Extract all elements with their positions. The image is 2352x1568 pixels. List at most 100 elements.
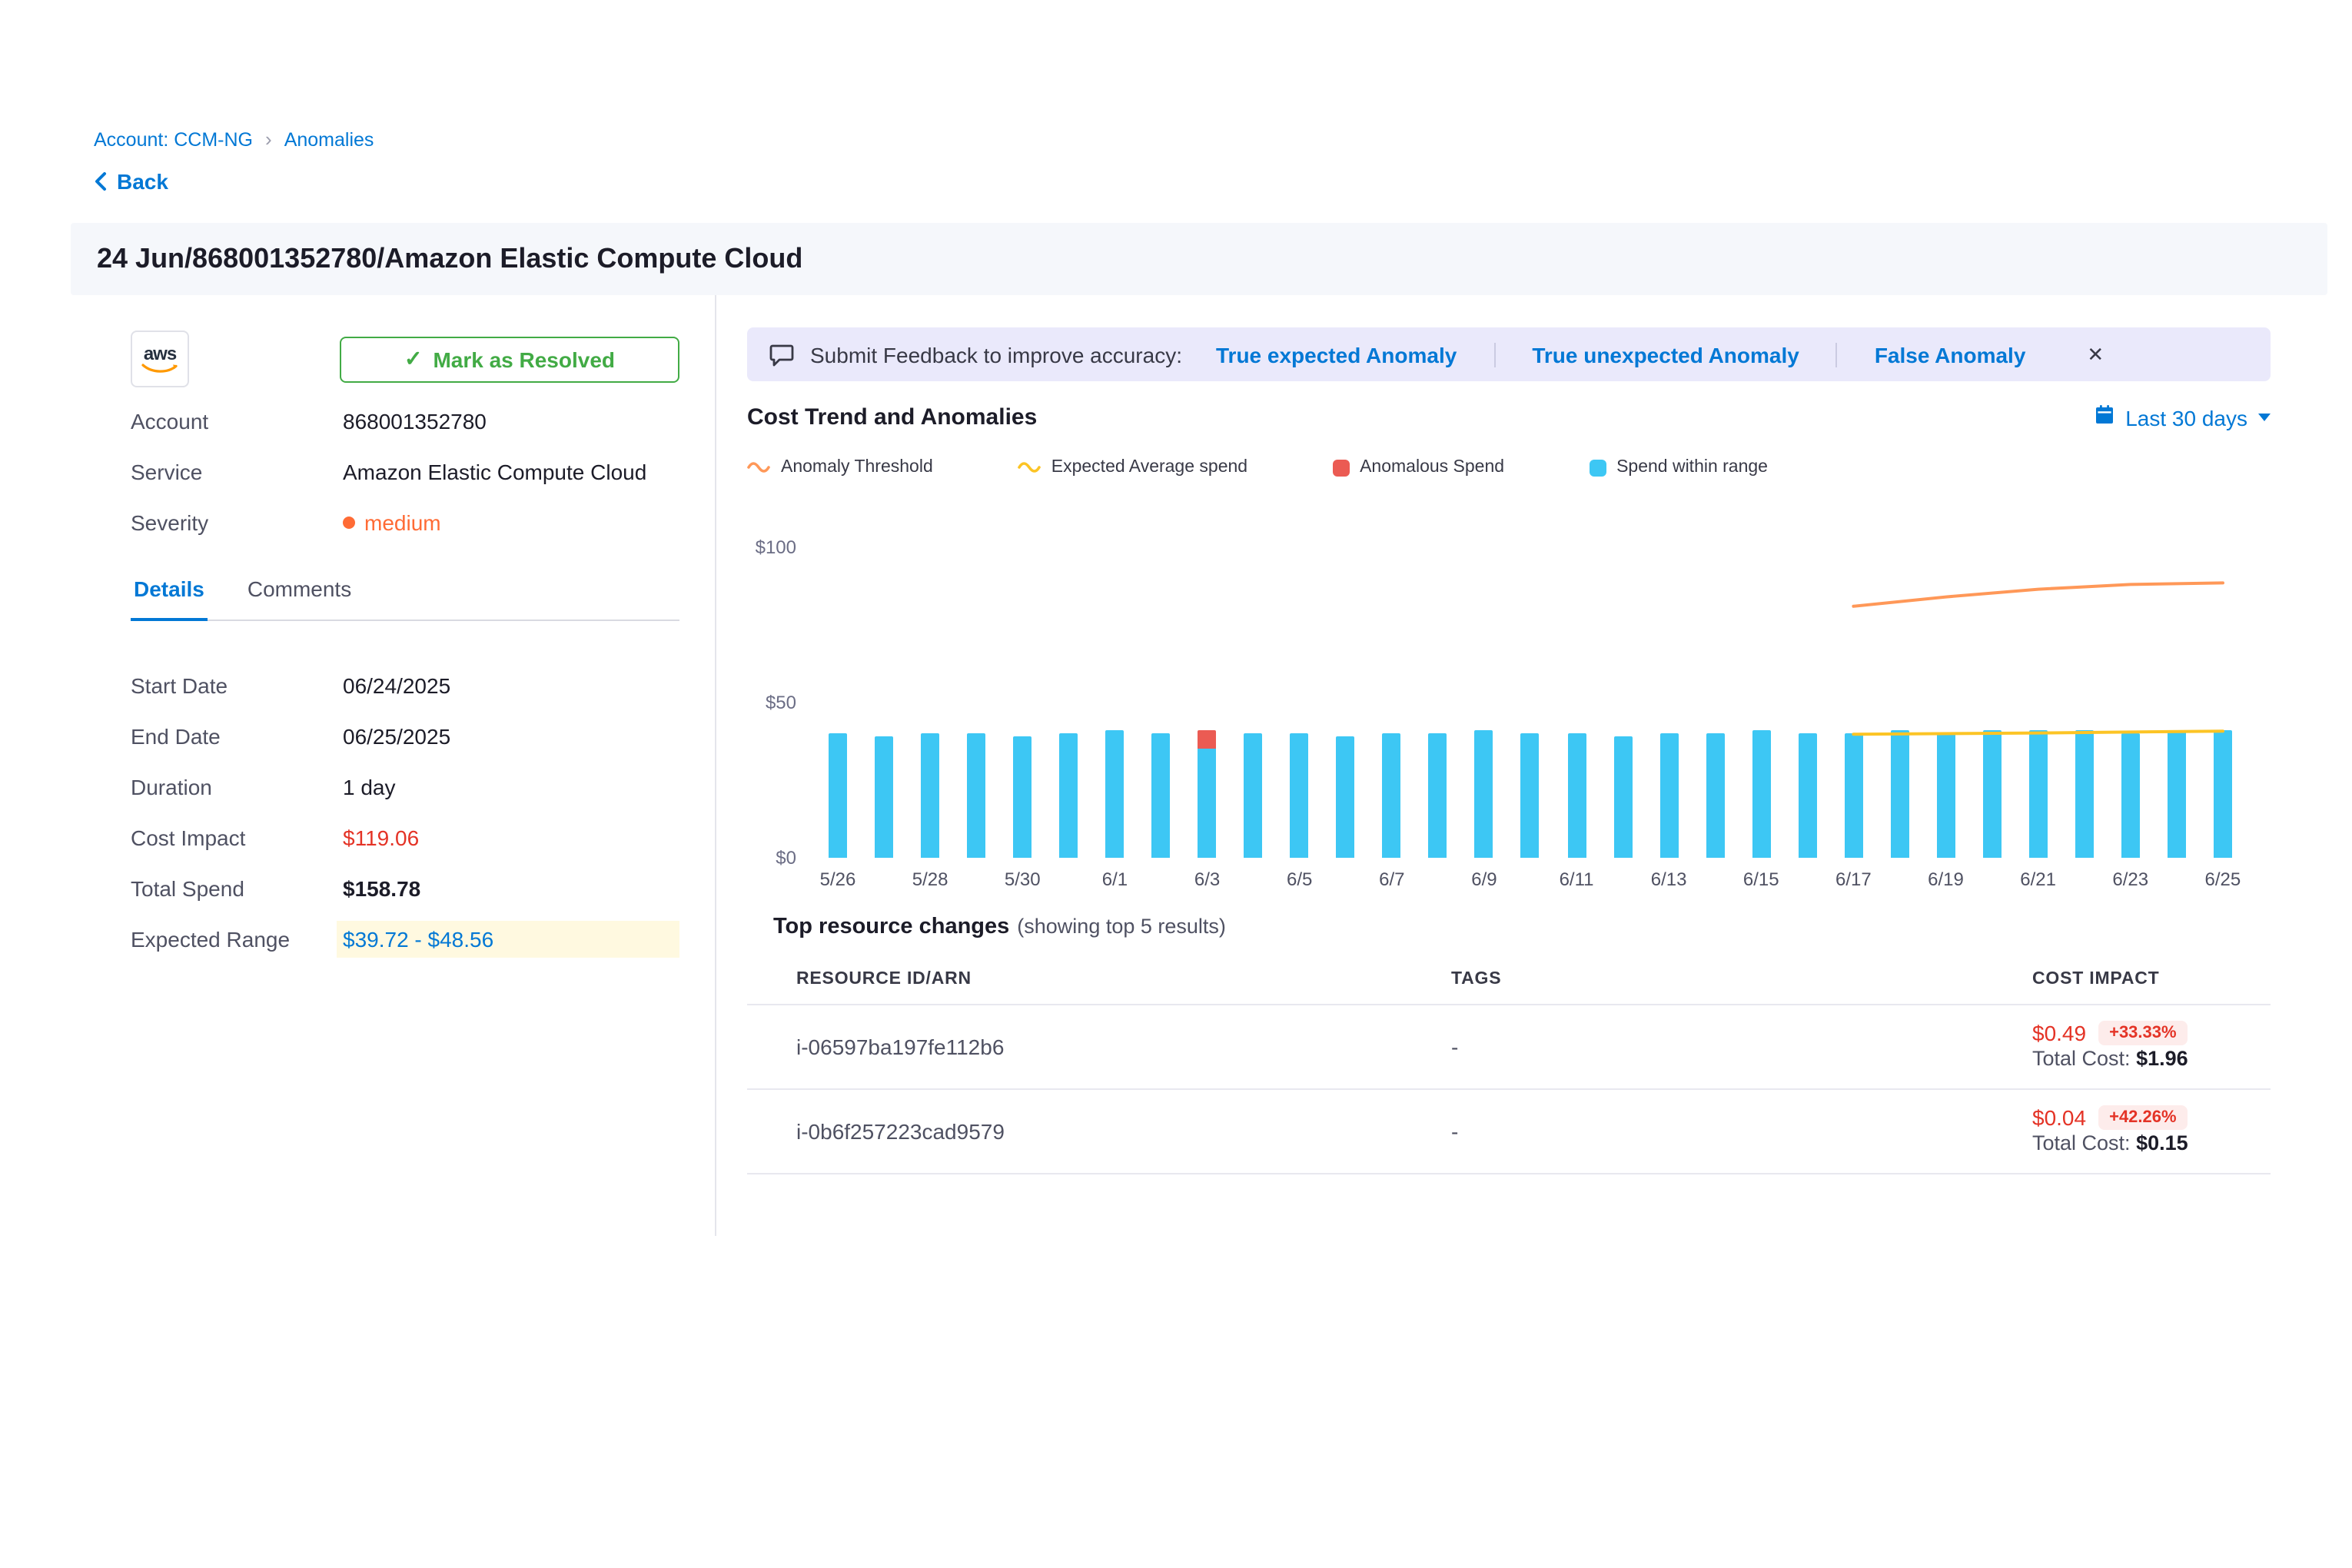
top-header: Account: CCM-NG › Anomalies Back xyxy=(0,0,2352,194)
chart-y-axis: $100 $50 $0 xyxy=(747,547,796,858)
total-cost-line: Total Cost: $1.96 xyxy=(2032,1047,2188,1070)
start-date-row: Start Date 06/24/2025 xyxy=(131,673,679,698)
spend-bar-segment xyxy=(1013,736,1031,858)
y-tick: $50 xyxy=(766,692,796,713)
bar-column xyxy=(1692,547,1738,858)
x-tick xyxy=(953,869,999,890)
x-tick: 6/11 xyxy=(1553,869,1600,890)
tab-details[interactable]: Details xyxy=(131,576,208,621)
bar-column xyxy=(1830,547,1876,858)
expected-range-value: $39.72 - $48.56 xyxy=(337,921,679,958)
feedback-true-unexpected[interactable]: True unexpected Anomaly xyxy=(1532,342,1799,367)
bar-column xyxy=(815,547,861,858)
close-icon[interactable]: ✕ xyxy=(2087,344,2104,364)
account-value: 868001352780 xyxy=(343,409,679,434)
cost-impact-amount: $0.04 xyxy=(2032,1105,2086,1130)
spend-bar-segment xyxy=(2075,730,2094,858)
feedback-false-anomaly[interactable]: False Anomaly xyxy=(1875,342,2026,367)
y-tick: $0 xyxy=(776,847,796,869)
resource-id: i-06597ba197fe112b6 xyxy=(796,1035,1451,1059)
squiggle-line-icon xyxy=(747,460,770,475)
x-tick xyxy=(1415,869,1461,890)
chart-plot xyxy=(815,547,2246,858)
spend-bar-segment xyxy=(829,733,847,858)
spend-bar-segment xyxy=(1059,733,1078,858)
cost-impact-line: $0.04 +42.26% xyxy=(2032,1105,2271,1130)
back-button[interactable]: Back xyxy=(94,169,2327,194)
bar-column xyxy=(1784,547,1830,858)
resource-cost-cell: $0.49 +33.33% Total Cost: $1.96 xyxy=(2032,1021,2271,1073)
resource-tags: - xyxy=(1451,1035,2032,1059)
table-row: i-06597ba197fe112b6 - $0.49 +33.33% Tota… xyxy=(747,1004,2271,1088)
mark-as-resolved-button[interactable]: ✓ Mark as Resolved xyxy=(340,336,679,382)
legend-anomaly-threshold: Anomaly Threshold xyxy=(747,458,933,477)
x-tick xyxy=(1600,869,1646,890)
bar-column xyxy=(2015,547,2061,858)
feedback-true-expected[interactable]: True expected Anomaly xyxy=(1216,342,1457,367)
duration-row: Duration 1 day xyxy=(131,775,679,799)
change-percent-badge: +33.33% xyxy=(2098,1021,2187,1045)
breadcrumb-anomalies[interactable]: Anomalies xyxy=(284,129,374,151)
x-tick: 6/9 xyxy=(1461,869,1507,890)
aws-logo-text: aws xyxy=(144,344,176,362)
breadcrumb-account[interactable]: Account: CCM-NG xyxy=(94,129,253,151)
spend-bar-segment xyxy=(1244,733,1263,858)
chart-x-labels: 5/265/285/306/16/36/56/76/96/116/136/156… xyxy=(815,869,2246,890)
logo-row: aws ✓ Mark as Resolved xyxy=(131,331,679,387)
bar-column xyxy=(1091,547,1138,858)
start-date-value: 06/24/2025 xyxy=(343,673,679,698)
spend-bar-segment xyxy=(1567,733,1586,858)
date-range-picker[interactable]: Last 30 days xyxy=(2093,404,2271,430)
total-cost-label: Total Cost: xyxy=(2032,1131,2131,1154)
spend-bar-segment xyxy=(1659,733,1678,858)
end-date-label: End Date xyxy=(131,724,343,749)
total-cost-label: Total Cost: xyxy=(2032,1047,2131,1070)
x-tick: 5/28 xyxy=(907,869,953,890)
severity-value: medium xyxy=(343,510,679,535)
column-cost-impact: COST IMPACT xyxy=(2032,970,2271,988)
breadcrumb: Account: CCM-NG › Anomalies xyxy=(94,129,2327,151)
bar-column xyxy=(2061,547,2108,858)
cost-impact-value: $119.06 xyxy=(343,826,679,850)
spend-bar-segment xyxy=(2029,730,2048,858)
caret-down-icon xyxy=(2258,414,2271,421)
spend-bar-segment xyxy=(875,736,893,858)
x-tick xyxy=(1969,869,2015,890)
bar-column xyxy=(1600,547,1646,858)
account-label: Account xyxy=(131,409,343,434)
bar-column xyxy=(1553,547,1600,858)
severity-dot-icon xyxy=(343,517,355,529)
tab-comments[interactable]: Comments xyxy=(244,576,354,620)
aws-logo: aws xyxy=(131,331,189,387)
x-tick xyxy=(1323,869,1369,890)
expected-range-label: Expected Range xyxy=(131,927,343,952)
spend-bar-segment xyxy=(1844,733,1862,858)
spend-bar-segment xyxy=(2214,730,2232,858)
column-tags: TAGS xyxy=(1451,970,2032,988)
bar-column xyxy=(1184,547,1231,858)
squiggle-line-icon xyxy=(1018,460,1041,475)
resource-id: i-0b6f257223cad9579 xyxy=(796,1119,1451,1144)
service-value: Amazon Elastic Compute Cloud xyxy=(343,460,679,484)
spend-bar-segment xyxy=(1198,749,1217,858)
spend-bar-segment xyxy=(1890,730,1909,858)
x-tick: 6/19 xyxy=(1923,869,1969,890)
bar-column xyxy=(953,547,999,858)
x-tick: 6/21 xyxy=(2015,869,2061,890)
page-title: 24 Jun/868001352780/Amazon Elastic Compu… xyxy=(71,223,2327,295)
bar-column xyxy=(1277,547,1323,858)
bar-column xyxy=(2200,547,2246,858)
service-label: Service xyxy=(131,460,343,484)
x-tick xyxy=(2061,869,2108,890)
legend-label: Expected Average spend xyxy=(1051,458,1247,477)
legend-spend-within-range: Spend within range xyxy=(1589,458,1768,477)
bar-column xyxy=(1876,547,1922,858)
legend-label: Anomaly Threshold xyxy=(781,458,933,477)
account-row: Account 868001352780 xyxy=(131,409,679,434)
chevron-left-icon xyxy=(94,172,108,191)
spend-bar-segment xyxy=(1105,730,1124,858)
total-cost-line: Total Cost: $0.15 xyxy=(2032,1131,2188,1154)
bar-column xyxy=(1415,547,1461,858)
spend-bar-segment xyxy=(2168,730,2186,858)
x-tick xyxy=(1507,869,1553,890)
